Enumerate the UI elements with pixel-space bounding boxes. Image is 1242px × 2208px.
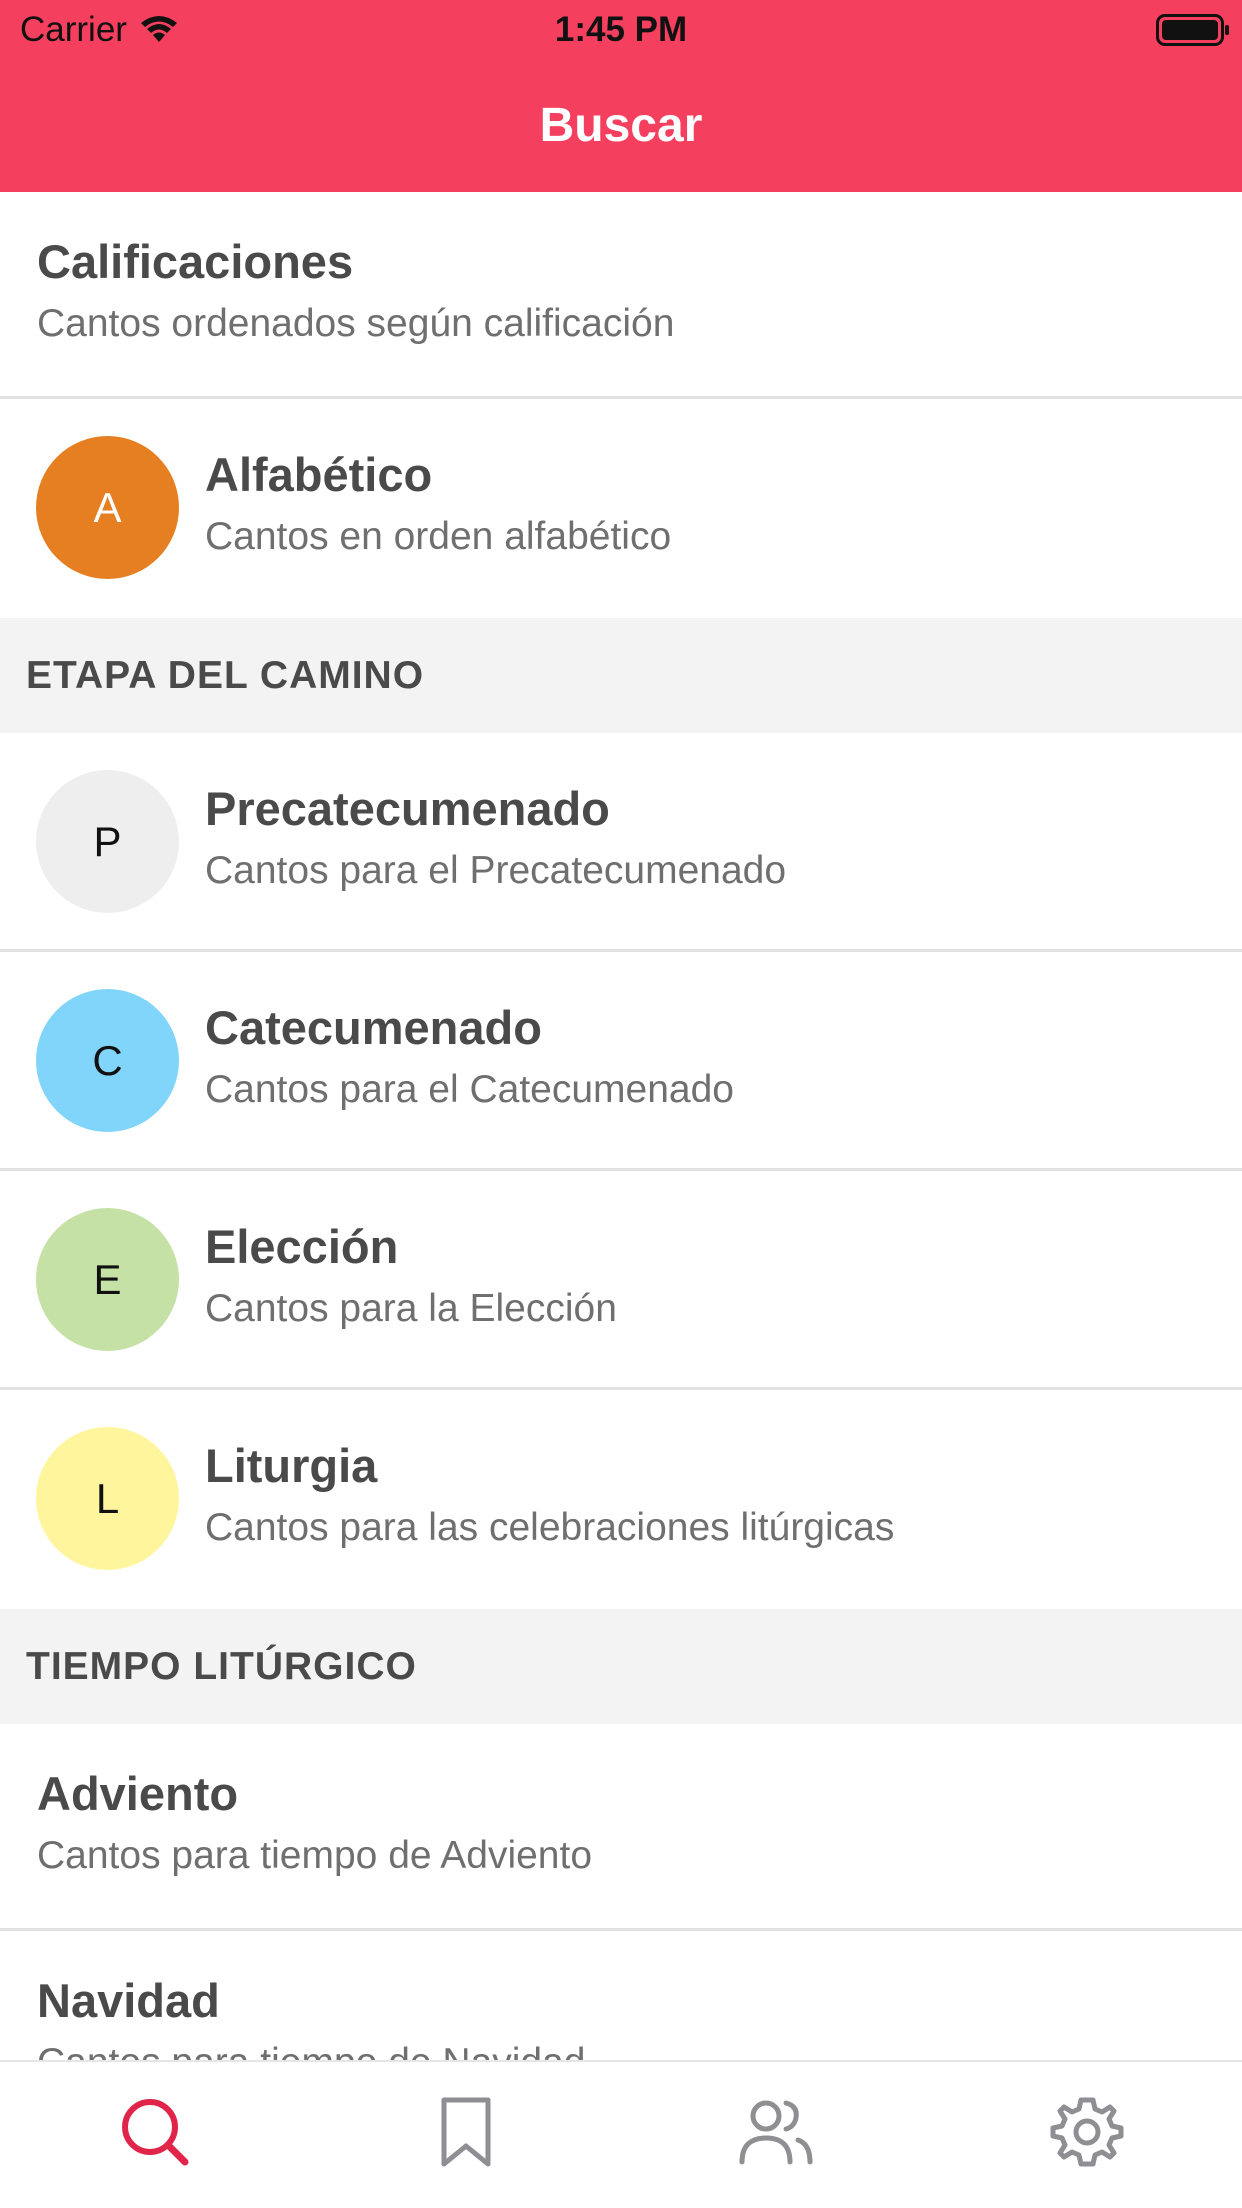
status-time: 1:45 PM (554, 10, 688, 49)
tab-bar (0, 2060, 1242, 2208)
header: Carrier 1:45 PM Buscar (0, 0, 1242, 192)
list-item-title: Navidad (37, 1974, 220, 2027)
list-item-navidad[interactable]: Navidad Cantos para tiempo de Navidad (0, 1931, 1242, 2060)
list-item-subtitle: Cantos en orden alfabético (205, 515, 672, 558)
avatar: A (36, 436, 179, 579)
list-item-calificaciones[interactable]: Calificaciones Cantos ordenados según ca… (0, 192, 1242, 399)
list-item-subtitle: Cantos para las celebraciones litúrgicas (205, 1506, 895, 1549)
gear-icon (1050, 2097, 1124, 2167)
list-item-title: Adviento (37, 1767, 239, 1820)
page-title: Buscar (539, 99, 703, 152)
list-item-precatecumenado[interactable]: P Precatecumenado Cantos para el Precate… (0, 733, 1242, 952)
list-item-title: Catecumenado (205, 1001, 542, 1054)
tab-bookmarks[interactable] (426, 2092, 506, 2172)
list-item-catecumenado[interactable]: C Catecumenado Cantos para el Catecumena… (0, 952, 1242, 1171)
section-header-tiempo: TIEMPO LITÚRGICO (0, 1609, 1242, 1724)
tab-search[interactable] (115, 2092, 195, 2172)
section-header-label: ETAPA DEL CAMINO (26, 654, 425, 697)
list-item-subtitle: Cantos para tiempo de Adviento (37, 1834, 593, 1877)
status-bar: Carrier 1:45 PM (0, 0, 1242, 62)
tab-settings[interactable] (1047, 2092, 1127, 2172)
avatar: P (36, 770, 179, 913)
section-header-label: TIEMPO LITÚRGICO (26, 1645, 417, 1688)
list-item-title: Liturgia (205, 1439, 378, 1492)
list-item-title: Elección (205, 1220, 399, 1273)
list-item-eleccion[interactable]: E Elección Cantos para la Elección (0, 1171, 1242, 1390)
battery-icon (1156, 14, 1229, 46)
avatar: L (36, 1427, 179, 1570)
list-item-subtitle: Cantos para tiempo de Navidad (37, 2041, 586, 2060)
list-item-subtitle: Cantos para el Catecumenado (205, 1068, 734, 1111)
list-item-subtitle: Cantos para la Elección (205, 1287, 617, 1330)
list-item-adviento[interactable]: Adviento Cantos para tiempo de Adviento (0, 1724, 1242, 1931)
tab-community[interactable] (736, 2092, 816, 2172)
search-icon (122, 2099, 189, 2166)
bookmark-icon (441, 2097, 491, 2167)
list-item-title: Calificaciones (37, 235, 354, 288)
list-item-title: Alfabético (205, 448, 433, 501)
users-icon (739, 2100, 813, 2165)
avatar: E (36, 1208, 179, 1351)
list-item-title: Precatecumenado (205, 782, 610, 835)
list-item-subtitle: Cantos ordenados según calificación (37, 302, 675, 345)
list-item-liturgia[interactable]: L Liturgia Cantos para las celebraciones… (0, 1390, 1242, 1609)
list-item-alfabetico[interactable]: A Alfabético Cantos en orden alfabético (0, 399, 1242, 618)
avatar: C (36, 989, 179, 1132)
list-item-subtitle: Cantos para el Precatecumenado (205, 849, 787, 892)
category-list[interactable]: Calificaciones Cantos ordenados según ca… (0, 192, 1242, 2060)
section-header-etapa: ETAPA DEL CAMINO (0, 618, 1242, 733)
